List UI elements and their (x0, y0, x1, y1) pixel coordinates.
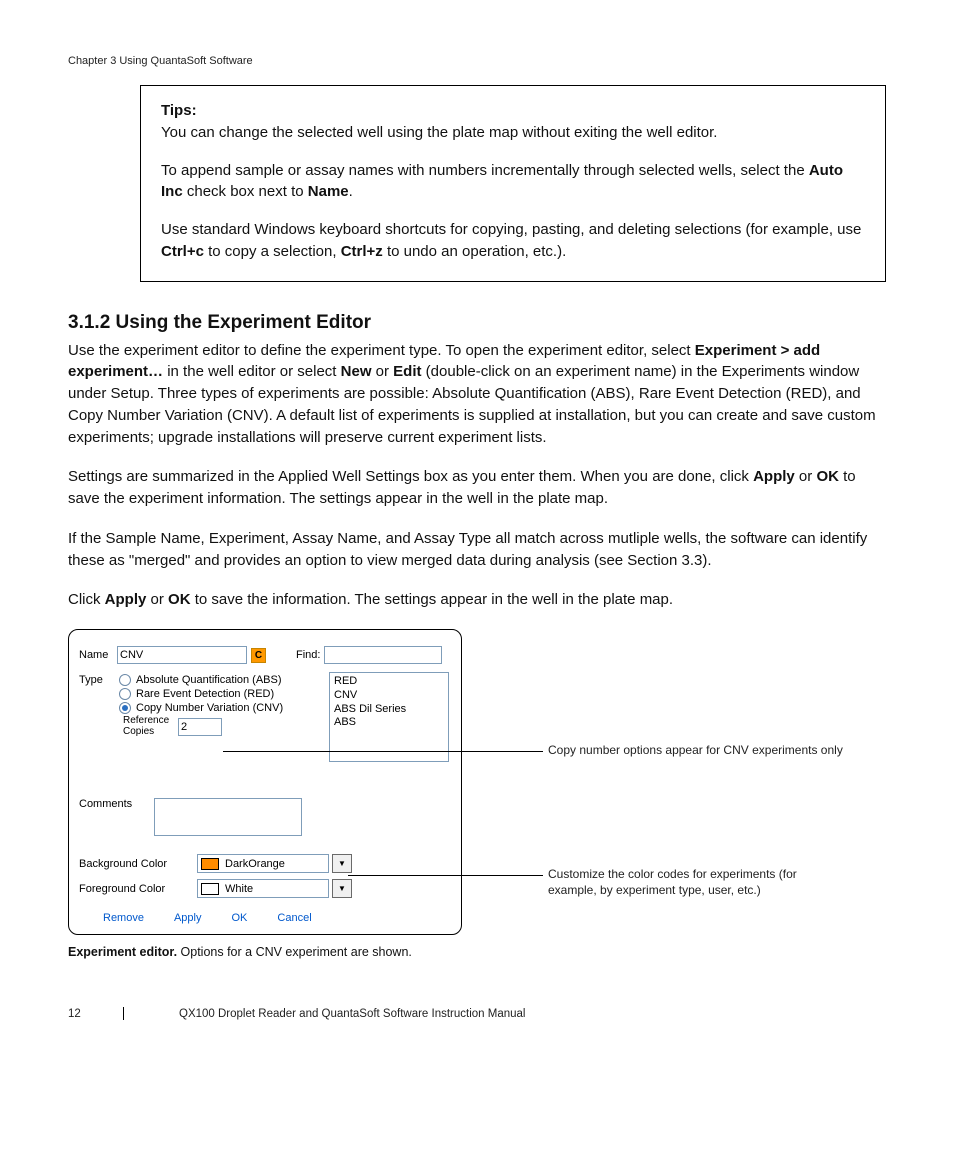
chapter-header: Chapter 3 Using QuantaSoft Software (68, 55, 886, 67)
fg-color-swatch (201, 883, 219, 895)
p1f: Edit (393, 363, 421, 380)
p2a: Settings are summarized in the Applied W… (68, 468, 753, 485)
type-label: Type (79, 674, 119, 686)
p4c: or (146, 591, 168, 608)
figure-caption: Experiment editor. Options for a CNV exp… (68, 945, 886, 959)
tips-p2e: . (349, 183, 353, 200)
tips-p3a: Use standard Windows keyboard shortcuts … (161, 221, 861, 238)
caption-bold: Experiment editor. (68, 945, 177, 959)
p4e: to save the information. The settings ap… (191, 591, 674, 608)
experiment-list[interactable]: RED CNV ABS Dil Series ABS (329, 672, 449, 762)
list-item[interactable]: CNV (334, 689, 444, 703)
callout-line-1 (223, 751, 543, 752)
find-label: Find: (296, 649, 324, 661)
footer-title: QX100 Droplet Reader and QuantaSoft Soft… (179, 1008, 525, 1020)
tips-p2c: check box next to (183, 183, 308, 200)
p2c: or (795, 468, 817, 485)
bg-color-value: DarkOrange (225, 858, 285, 870)
bg-color-swatch (201, 858, 219, 870)
list-item[interactable]: ABS Dil Series (334, 703, 444, 717)
list-item[interactable]: RED (334, 675, 444, 689)
radio-cnv[interactable] (119, 702, 131, 714)
list-item[interactable]: ABS (334, 716, 444, 730)
tips-p2a: To append sample or assay names with num… (161, 162, 809, 179)
tips-p1: You can change the selected well using t… (161, 124, 717, 141)
tips-p2d: Name (308, 183, 349, 200)
caption-rest: Options for a CNV experiment are shown. (177, 945, 412, 959)
name-label: Name (79, 649, 117, 661)
section-heading: 3.1.2 Using the Experiment Editor (68, 312, 886, 334)
radio-red[interactable] (119, 688, 131, 700)
tips-p3d: Ctrl+z (341, 243, 383, 260)
p4b: Apply (105, 591, 147, 608)
cancel-button[interactable]: Cancel (277, 912, 311, 924)
reference-copies-input[interactable] (178, 718, 222, 736)
comments-input[interactable] (154, 798, 302, 836)
p4d: OK (168, 591, 191, 608)
auto-inc-icon[interactable]: C (251, 648, 266, 663)
page-number: 12 (68, 1008, 123, 1020)
p1e: or (371, 363, 393, 380)
radio-abs-label: Absolute Quantification (ABS) (136, 674, 282, 686)
fg-color-label: Foreground Color (79, 883, 197, 895)
footer-divider (123, 1007, 124, 1020)
remove-button[interactable]: Remove (103, 912, 144, 924)
comments-label: Comments (79, 798, 154, 836)
p1a: Use the experiment editor to define the … (68, 342, 695, 359)
p1d: New (341, 363, 372, 380)
ok-button[interactable]: OK (232, 912, 248, 924)
p4a: Click (68, 591, 105, 608)
chevron-down-icon[interactable]: ▼ (332, 879, 352, 898)
radio-red-label: Rare Event Detection (RED) (136, 688, 274, 700)
radio-abs[interactable] (119, 674, 131, 686)
apply-button[interactable]: Apply (174, 912, 202, 924)
fg-color-dropdown[interactable]: White (197, 879, 329, 898)
bg-color-label: Background Color (79, 858, 197, 870)
p3: If the Sample Name, Experiment, Assay Na… (68, 528, 886, 572)
name-input[interactable] (117, 646, 247, 664)
experiment-editor-panel: Name C Find: Type Absolute Quantificatio… (68, 629, 462, 935)
p2b: Apply (753, 468, 795, 485)
find-input[interactable] (324, 646, 442, 664)
reference-copies-label: Reference Copies (123, 716, 178, 737)
editor-figure: Name C Find: Type Absolute Quantificatio… (68, 629, 886, 935)
callout-line-2 (348, 875, 543, 876)
p1c: in the well editor or select (163, 363, 341, 380)
tips-p3e: to undo an operation, etc.). (383, 243, 566, 260)
tips-heading: Tips: (161, 102, 197, 119)
chevron-down-icon[interactable]: ▼ (332, 854, 352, 873)
fg-color-value: White (225, 883, 253, 895)
p2d: OK (816, 468, 839, 485)
tips-p3b: Ctrl+c (161, 243, 204, 260)
tips-p3c: to copy a selection, (204, 243, 341, 260)
bg-color-dropdown[interactable]: DarkOrange (197, 854, 329, 873)
callout-text-1: Copy number options appear for CNV exper… (548, 743, 848, 759)
radio-cnv-label: Copy Number Variation (CNV) (136, 702, 283, 714)
tips-box: Tips: You can change the selected well u… (140, 85, 886, 282)
callout-text-2: Customize the color codes for experiment… (548, 867, 848, 898)
